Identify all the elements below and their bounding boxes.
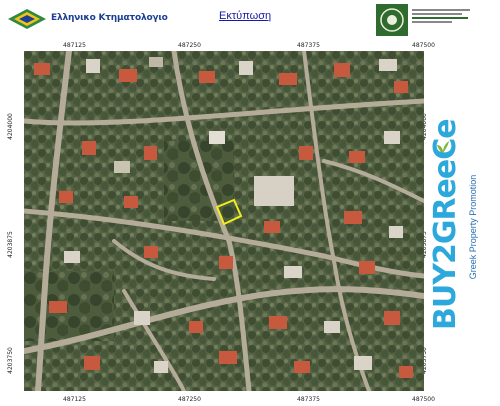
aerial-imagery — [24, 51, 424, 391]
ktimatologio-logo: Ελληνικο Κτηματολογιο — [6, 7, 168, 31]
brand-banner: BUY2GReeCe Greek Property Promotion — [425, 119, 497, 330]
left-tick-label: 4203750 — [6, 347, 14, 374]
ministry-seal-icon — [376, 4, 408, 36]
bottom-tick-label: 487500 — [412, 396, 435, 403]
top-tick-label: 487375 — [297, 42, 320, 49]
top-tick-label: 487125 — [63, 42, 86, 49]
print-link[interactable]: Εκτύπωση — [219, 10, 271, 22]
ktimatologio-logo-icon — [8, 9, 46, 29]
bottom-tick-label: 487125 — [63, 396, 86, 403]
top-tick-label: 487500 — [412, 42, 435, 49]
brand-tagline: Greek Property Promotion — [468, 174, 478, 280]
header: Ελληνικο Κτηματολογιο Εκτύπωση — [0, 0, 500, 40]
brand-name: BUY2GReeCe — [428, 119, 463, 330]
bottom-tick-label: 487250 — [178, 396, 201, 403]
bottom-tick-label: 487375 — [297, 396, 320, 403]
ministry-text-block — [412, 9, 472, 25]
aerial-map[interactable] — [24, 51, 424, 391]
left-tick-label: 4204000 — [6, 113, 14, 140]
left-tick-label: 4203875 — [6, 231, 14, 258]
logo-text: Ελληνικο Κτηματολογιο — [51, 13, 168, 23]
top-tick-label: 487250 — [178, 42, 201, 49]
